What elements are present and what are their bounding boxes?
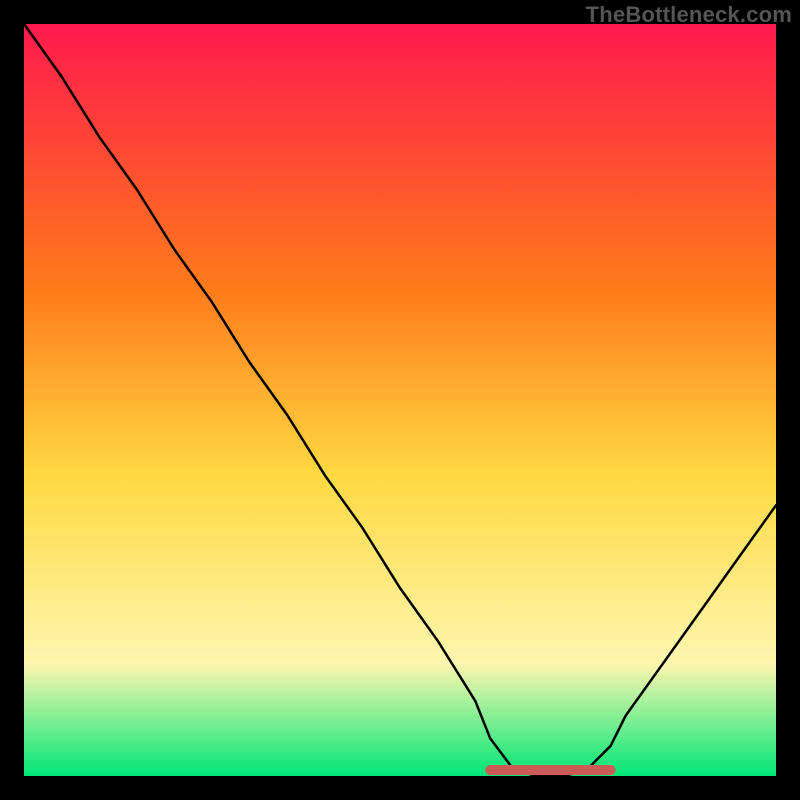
bottleneck-plot xyxy=(24,24,776,776)
chart-frame: TheBottleneck.com xyxy=(0,0,800,800)
plot-area xyxy=(24,24,776,776)
watermark-text: TheBottleneck.com xyxy=(586,2,792,28)
